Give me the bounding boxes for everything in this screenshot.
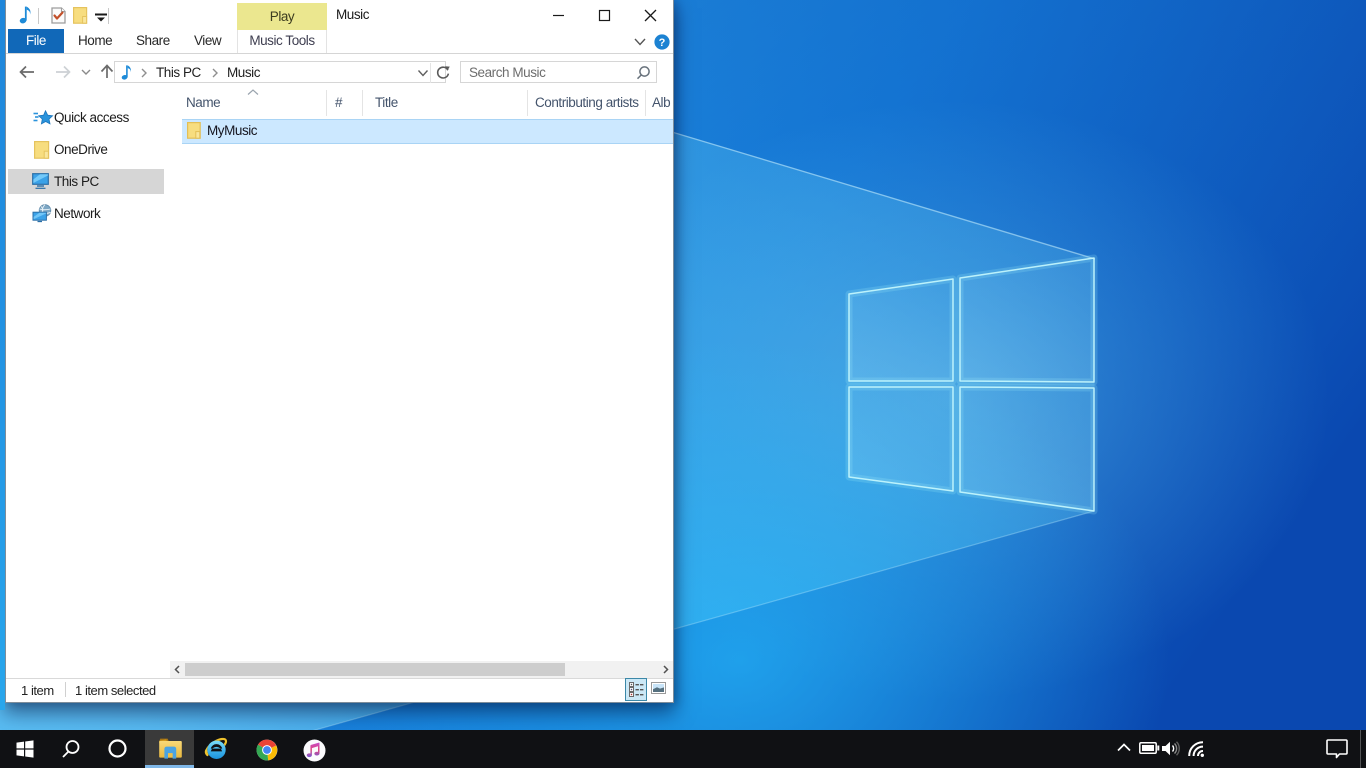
svg-text:?: ?: [659, 37, 666, 49]
